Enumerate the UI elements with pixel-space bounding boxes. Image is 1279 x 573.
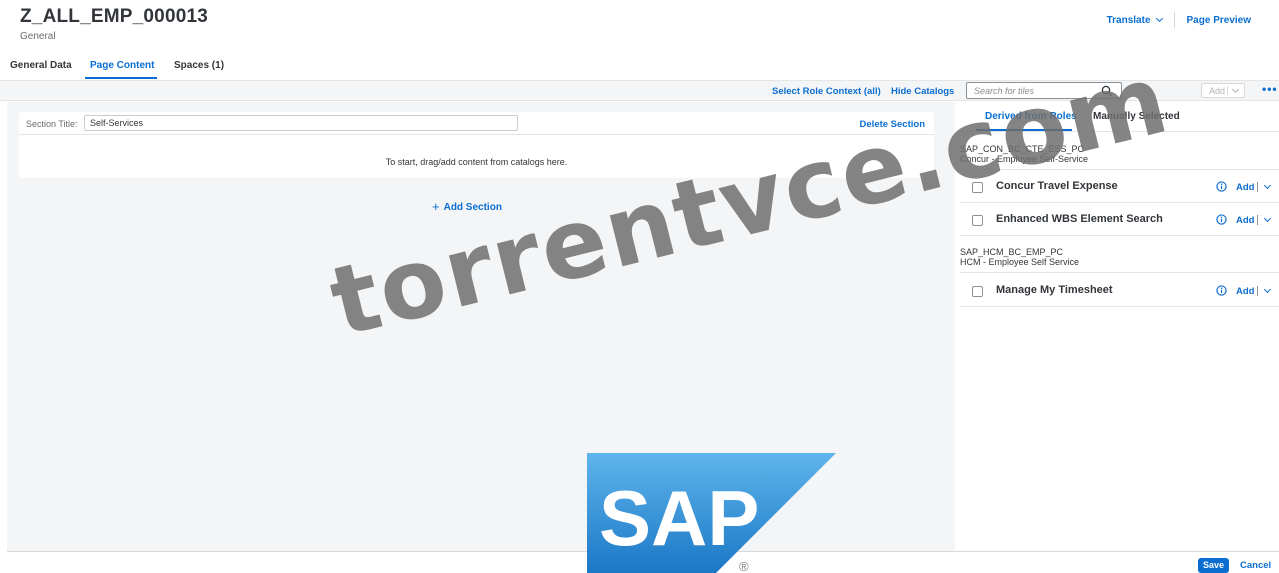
tile-search-field[interactable]: Search for tiles <box>966 82 1122 99</box>
add-menu-button-disabled: Add <box>1201 83 1245 98</box>
search-icon[interactable] <box>1101 85 1113 97</box>
add-section-label: Add Section <box>443 202 502 213</box>
select-role-context-button[interactable]: Select Role Context (all) <box>772 86 881 97</box>
registered-mark: ® <box>739 559 749 573</box>
tile-add-button[interactable]: Add <box>1236 286 1254 297</box>
panel-tab-divider <box>960 131 1279 132</box>
info-icon[interactable] <box>1216 214 1227 225</box>
search-placeholder: Search for tiles <box>974 86 1035 96</box>
section-card: Section Title: Self-Services Delete Sect… <box>19 112 934 178</box>
save-button[interactable]: Save <box>1198 558 1229 573</box>
role-group-header: SAP_HCM_BC_EMP_PC HCM - Employee Self Se… <box>960 242 1279 273</box>
page-title: Z_ALL_EMP_000013 <box>20 6 209 27</box>
catalog-tile-row: Manage My Timesheet Add <box>960 274 1279 307</box>
drop-zone-hint: To start, drag/add content from catalogs… <box>385 157 568 167</box>
info-icon[interactable] <box>1216 285 1227 296</box>
header-divider <box>1173 12 1175 28</box>
page-subtitle: General <box>20 31 56 42</box>
tab-page-content[interactable]: Page Content <box>90 60 154 71</box>
overflow-menu-icon[interactable]: ••• <box>1262 83 1278 95</box>
tab-general-data[interactable]: General Data <box>10 60 72 71</box>
add-menu-label: Add <box>1209 86 1226 96</box>
role-id: SAP_HCM_BC_EMP_PC <box>960 247 1064 257</box>
tile-add-button[interactable]: Add <box>1236 215 1254 226</box>
tile-add-divider <box>1257 182 1258 192</box>
plus-icon: + <box>432 199 440 214</box>
group-divider <box>960 272 1279 273</box>
tile-checkbox[interactable] <box>972 286 983 297</box>
catalog-tile-row: Concur Travel Expense Add <box>960 170 1279 203</box>
role-id: SAP_CON_BC_CTE_ESS_PC <box>960 144 1085 154</box>
active-tab-indicator <box>85 77 157 79</box>
hide-catalogs-button[interactable]: Hide Catalogs <box>891 86 954 97</box>
catalog-panel: Derived from Roles Manually Selected SAP… <box>960 102 1279 551</box>
role-name: Concur - Employee Self-Service <box>960 154 1089 164</box>
tile-checkbox[interactable] <box>972 215 983 226</box>
section-divider <box>19 134 934 135</box>
tab-spaces[interactable]: Spaces (1) <box>174 60 224 71</box>
role-name: HCM - Employee Self Service <box>960 257 1080 267</box>
section-title-input[interactable]: Self-Services <box>84 115 518 131</box>
tab-manually-selected[interactable]: Manually Selected <box>1093 111 1180 122</box>
tile-name: Manage My Timesheet <box>996 284 1113 296</box>
tab-bar: General Data Page Content Spaces (1) <box>0 55 1279 79</box>
catalog-tile-row: Enhanced WBS Element Search Add <box>960 203 1279 236</box>
tile-add-button[interactable]: Add <box>1236 182 1254 193</box>
page-header: Z_ALL_EMP_000013 General Translate Page … <box>0 0 1279 55</box>
info-icon[interactable] <box>1216 181 1227 192</box>
section-title-label: Section Title: <box>26 119 78 129</box>
tile-name: Enhanced WBS Element Search <box>996 213 1163 225</box>
chevron-down-icon[interactable] <box>1263 181 1272 190</box>
logo-text: SAP <box>599 474 759 562</box>
tile-add-divider <box>1257 215 1258 225</box>
chevron-down-icon <box>1231 85 1240 94</box>
tab-derived-from-roles[interactable]: Derived from Roles <box>985 111 1077 122</box>
add-section-button[interactable]: + Add Section <box>432 198 502 214</box>
chevron-down-icon[interactable] <box>1263 285 1272 294</box>
tile-add-divider <box>1257 286 1258 296</box>
translate-label: Translate <box>1106 14 1151 26</box>
tile-name: Concur Travel Expense <box>996 180 1118 192</box>
sap-logo: SAP ® <box>587 453 836 573</box>
role-group-header: SAP_CON_BC_CTE_ESS_PC Concur - Employee … <box>960 139 1279 170</box>
translate-button[interactable]: Translate <box>1106 14 1163 26</box>
chevron-down-icon[interactable] <box>1263 214 1272 223</box>
tile-checkbox[interactable] <box>972 182 983 193</box>
header-actions: Translate Page Preview <box>1107 12 1251 28</box>
delete-section-button[interactable]: Delete Section <box>860 119 925 130</box>
add-menu-divider <box>1227 86 1228 95</box>
chevron-down-icon <box>1155 14 1163 22</box>
cancel-button[interactable]: Cancel <box>1240 560 1271 571</box>
page-preview-button[interactable]: Page Preview <box>1187 15 1251 26</box>
